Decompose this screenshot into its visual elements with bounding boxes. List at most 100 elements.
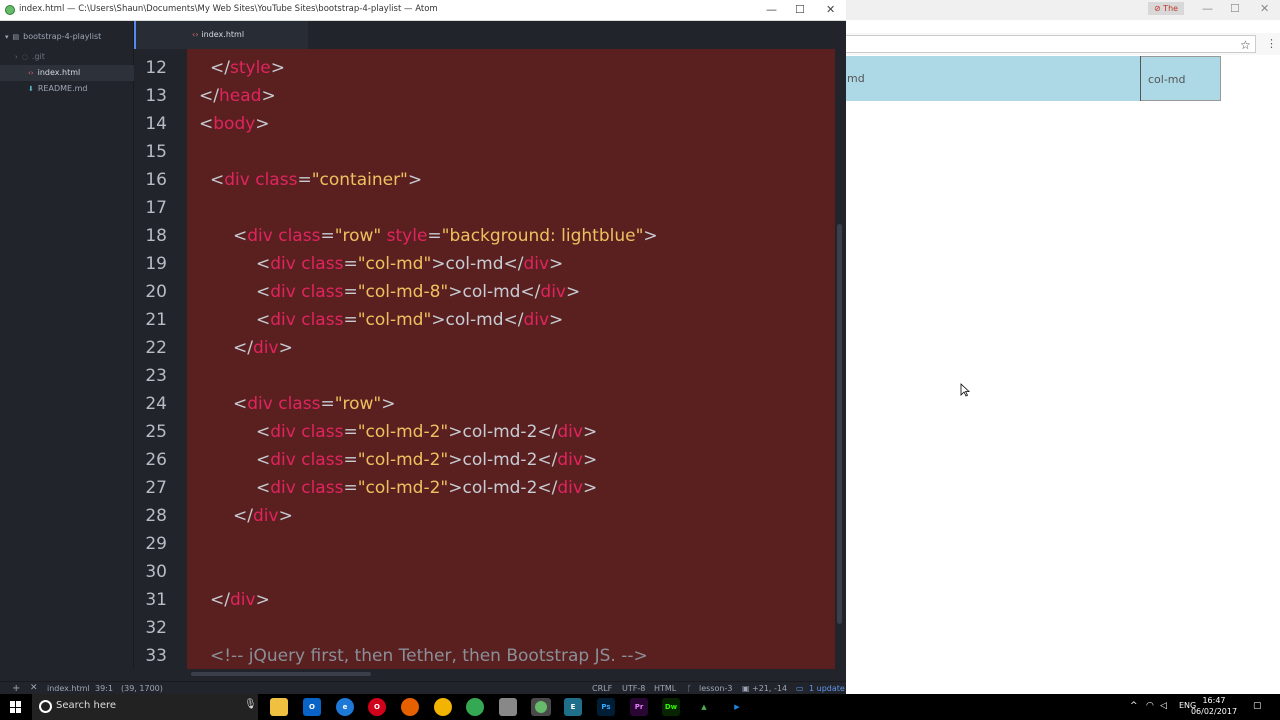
code-token: div — [523, 254, 550, 274]
line-number: 23 — [145, 366, 167, 386]
notifications-icon[interactable]: ▢ — [1253, 701, 1262, 711]
code-token: > — [549, 310, 564, 330]
chrome-canary-icon[interactable] — [434, 698, 452, 716]
line-number: 26 — [145, 450, 167, 470]
opera-icon[interactable]: O — [368, 698, 386, 716]
code-token: > — [565, 282, 581, 302]
code-token: div — [540, 282, 566, 302]
line-number: 12 — [145, 58, 167, 78]
scrollbar-thumb[interactable] — [837, 224, 842, 624]
code-token: "row" — [334, 226, 382, 246]
code-line: </head> — [199, 82, 276, 110]
network-icon[interactable]: ◠ — [1146, 701, 1154, 711]
code-token: = — [343, 478, 358, 498]
line-number: 19 — [145, 254, 167, 274]
atom-window: index.html — C:\Users\Shaun\Documents\My… — [0, 0, 846, 694]
demo-row: md col-md — [846, 56, 1221, 101]
code-token: body — [213, 114, 256, 134]
tree-view: ▾ ▤ bootstrap-4-playlist › ◌ .git ‹› index.ht… — [0, 21, 134, 669]
browser-user-badge[interactable]: ⊘ The — [1148, 2, 1184, 15]
start-button[interactable] — [0, 694, 32, 720]
file-explorer-icon[interactable] — [270, 698, 288, 716]
code-token: "col-md-8" — [357, 282, 449, 302]
bookmark-star-icon[interactable]: ☆ — [1240, 36, 1251, 54]
code-token: "col-md" — [357, 254, 432, 274]
markdown-file-icon: ⬇ — [28, 85, 34, 93]
dreamweaver-icon[interactable]: Dw — [662, 698, 680, 716]
code-token: "col-md-2" — [357, 478, 449, 498]
code-token: div — [270, 478, 296, 498]
application-icon[interactable]: ▶ — [728, 698, 746, 716]
application-icon[interactable]: ▲ — [695, 698, 713, 716]
demo-column: col-md — [1141, 56, 1221, 101]
address-bar[interactable]: ☆ — [846, 35, 1256, 53]
volume-icon[interactable]: ◁ — [1160, 701, 1167, 711]
application-icon[interactable] — [499, 698, 517, 716]
code-token: > — [582, 422, 598, 442]
line-number: 25 — [145, 422, 167, 442]
tree-item-readme[interactable]: ⬇ README.md — [0, 81, 134, 97]
code-token: < — [210, 170, 225, 190]
code-token: class — [301, 282, 344, 302]
code-token: </ — [233, 338, 253, 358]
maximize-icon[interactable]: ☐ — [1230, 2, 1240, 15]
firefox-icon[interactable] — [401, 698, 419, 716]
code-token: head — [218, 86, 262, 106]
code-line: </style> — [210, 54, 285, 82]
code-token: div — [557, 450, 583, 470]
code-line: <div class="row"> — [233, 390, 396, 418]
line-number: 31 — [145, 590, 167, 610]
code-token: div — [270, 310, 296, 330]
code-line: <div class="col-md-2">col-md-2</div> — [256, 418, 597, 446]
minimize-icon[interactable]: — — [1202, 2, 1213, 15]
code-token: class — [301, 422, 344, 442]
code-editor[interactable]: </style> </head> <body> <div class="contain… — [187, 49, 835, 669]
code-token: > — [407, 170, 423, 190]
code-token: style — [386, 226, 428, 246]
code-token: div — [224, 170, 250, 190]
chrome-icon[interactable] — [466, 698, 484, 716]
horizontal-scrollbar[interactable] — [187, 669, 835, 681]
outlook-icon[interactable]: O — [303, 698, 321, 716]
line-number: 14 — [145, 114, 167, 134]
maximize-icon[interactable]: ☐ — [795, 3, 805, 16]
code-token: < — [256, 282, 271, 302]
code-token: > — [381, 394, 396, 414]
application-icon[interactable]: E — [564, 698, 582, 716]
code-token: < — [256, 478, 271, 498]
atom-app-icon[interactable] — [531, 698, 551, 716]
code-file-icon: ‹› — [192, 30, 199, 39]
microphone-icon[interactable]: 🎙 — [244, 699, 257, 710]
code-token: < — [233, 394, 248, 414]
taskbar-search[interactable]: Search here 🎙 — [32, 694, 258, 720]
premiere-icon[interactable]: Pr — [630, 698, 648, 716]
mouse-cursor-icon — [960, 383, 970, 397]
tree-project-root[interactable]: ▾ ▤ bootstrap-4-playlist — [0, 29, 134, 45]
line-number: 21 — [145, 310, 167, 330]
scrollbar-thumb[interactable] — [191, 672, 371, 676]
code-token: div — [270, 450, 296, 470]
line-number: 28 — [145, 506, 167, 526]
close-icon[interactable]: ✕ — [1260, 2, 1269, 15]
code-token: = — [343, 254, 358, 274]
folder-icon: ◌ — [21, 53, 28, 61]
browser-menu-icon[interactable]: ⋮ — [1266, 35, 1277, 53]
clock[interactable]: 16:47 06/02/2017 — [1190, 695, 1238, 717]
tab-index-html[interactable]: ‹› index.html — [134, 21, 308, 49]
line-number: 18 — [145, 226, 167, 246]
photoshop-icon[interactable]: Ps — [597, 698, 615, 716]
code-line: <div class="col-md-2">col-md-2</div> — [256, 446, 597, 474]
minimize-icon[interactable]: — — [766, 3, 777, 16]
code-token: div — [557, 478, 583, 498]
code-line: <div class="col-md">col-md</div> — [256, 250, 563, 278]
edge-icon[interactable]: e — [336, 698, 354, 716]
tree-item-index-html[interactable]: ‹› index.html — [0, 65, 134, 81]
close-icon[interactable]: ✕ — [826, 3, 835, 16]
tree-item-git[interactable]: › ◌ .git — [0, 49, 134, 65]
chevron-up-icon[interactable]: ^ — [1130, 701, 1138, 711]
line-number: 30 — [145, 562, 167, 582]
code-token: </ — [233, 506, 253, 526]
vertical-scrollbar[interactable] — [835, 49, 846, 669]
windows-icon — [10, 701, 22, 713]
line-number: 15 — [145, 142, 167, 162]
